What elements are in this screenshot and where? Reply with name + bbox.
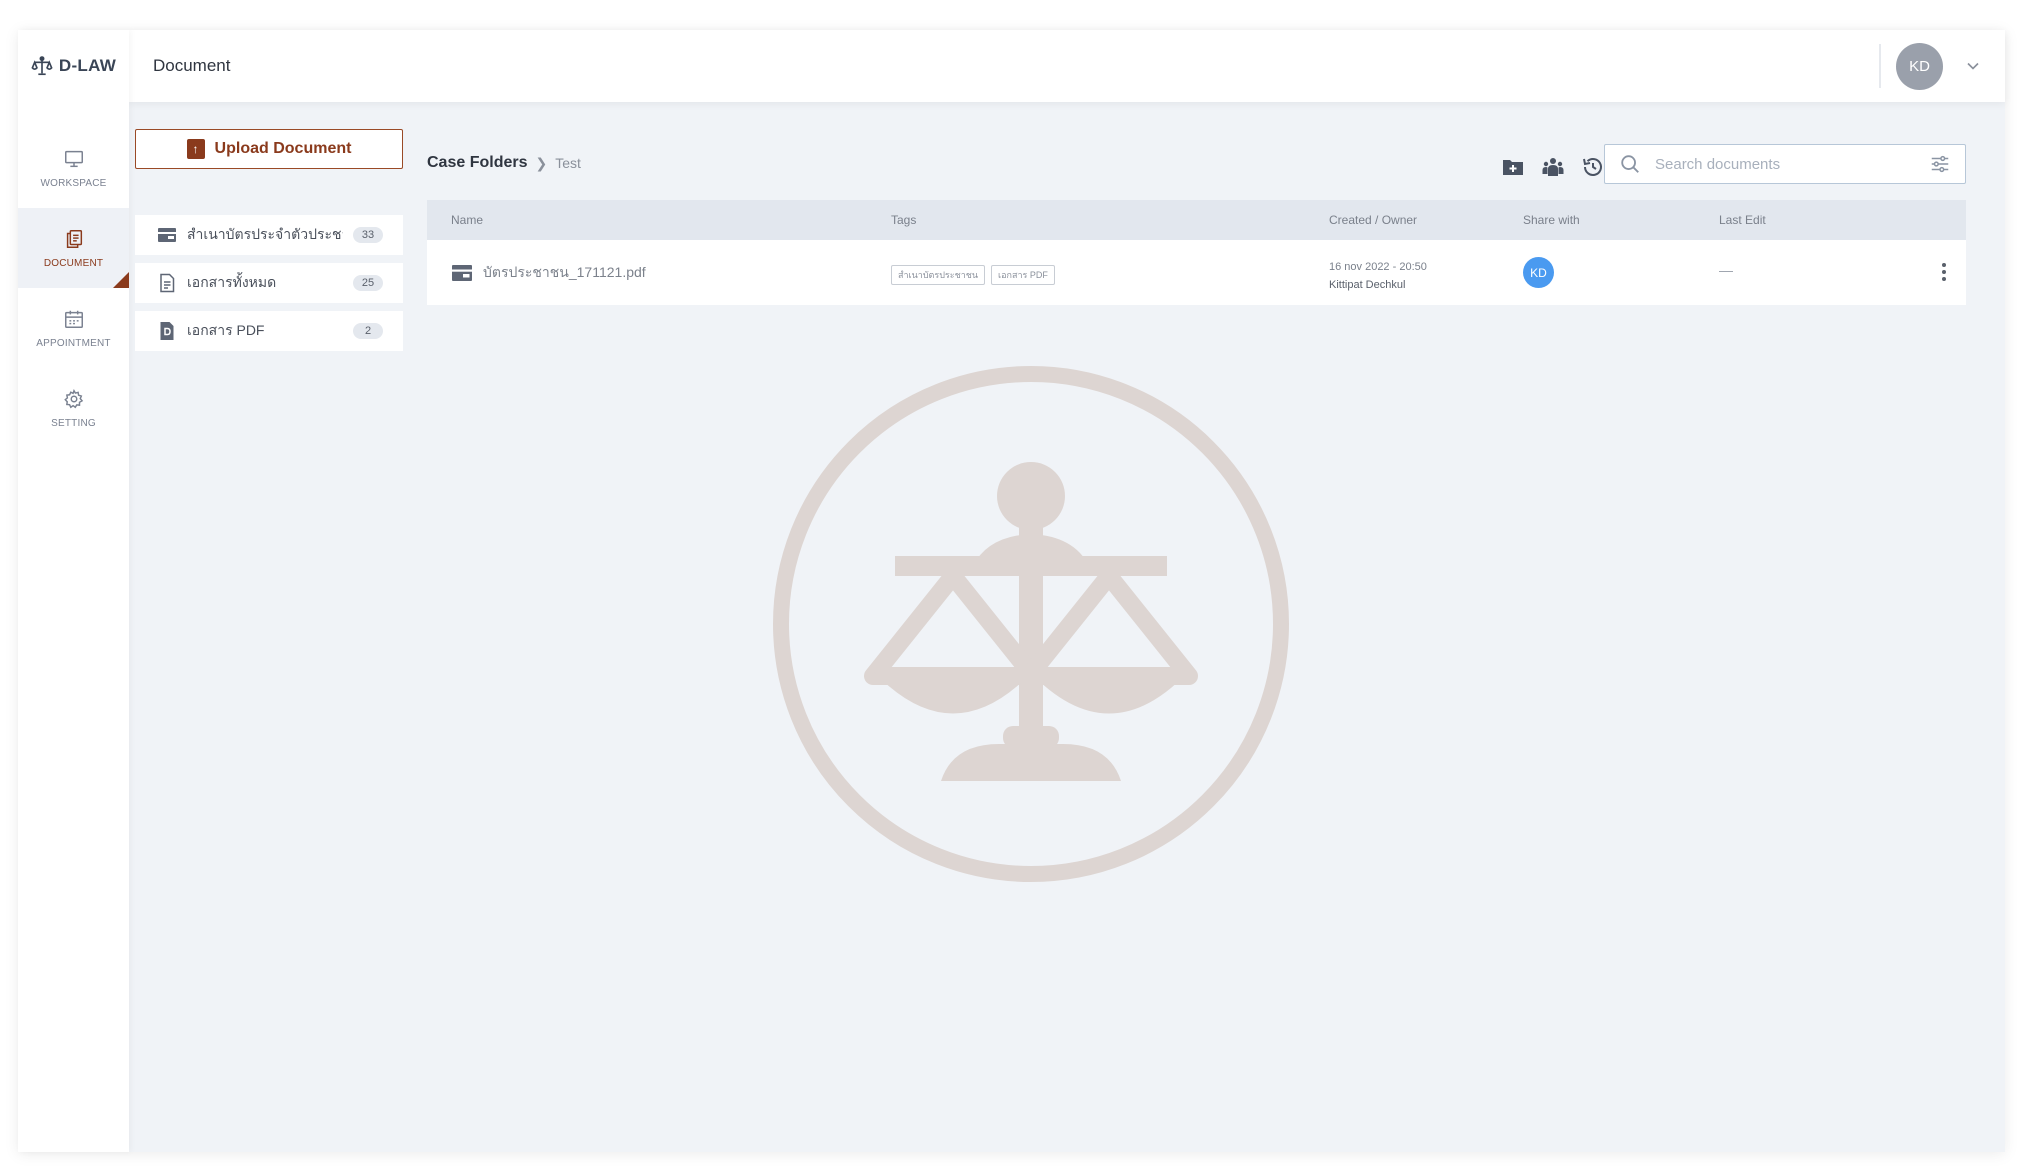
calendar-icon xyxy=(64,310,83,328)
row-actions-button[interactable] xyxy=(1932,260,1956,284)
kebab-dot-icon xyxy=(1942,277,1946,281)
scales-watermark-icon xyxy=(773,366,1289,882)
sidebar-item-label: DOCUMENT xyxy=(43,257,104,269)
header-divider xyxy=(1879,44,1881,88)
sidebar-item-label: APPOINTMENT xyxy=(36,337,111,349)
tag[interactable]: เอกสาร PDF xyxy=(991,265,1055,285)
file-icon xyxy=(160,273,175,293)
column-header-name[interactable]: Name xyxy=(451,213,483,227)
folder-count: 25 xyxy=(353,275,383,291)
sidebar: D-LAW WORKSPACE DOCUMENT APPOINTMENT SET… xyxy=(18,30,129,1152)
kebab-dot-icon xyxy=(1942,263,1946,267)
folder-name: เอกสาร PDF xyxy=(187,322,265,338)
folder-name: สำเนาบัตรประจำตัวประชาชน xyxy=(187,226,343,242)
table-row[interactable]: บัตรประชาชน_171121.pdf สำเนาบัตรประชาชน … xyxy=(427,240,1966,305)
column-header-share[interactable]: Share with xyxy=(1523,213,1580,227)
scales-icon xyxy=(31,56,53,76)
owner-name: Kittipat Dechkul xyxy=(1329,279,1406,291)
logo-text: D-LAW xyxy=(58,56,117,75)
users-icon xyxy=(1542,158,1564,176)
upload-label: Upload Document xyxy=(214,140,352,157)
history-icon xyxy=(1583,158,1602,176)
file-name: บัตรประชาชน_171121.pdf xyxy=(483,264,646,280)
kebab-dot-icon xyxy=(1942,270,1946,274)
file-name-cell[interactable]: บัตรประชาชน_171121.pdf xyxy=(451,262,646,284)
created-date: 16 nov 2022 - 20:50 xyxy=(1329,261,1427,273)
upload-document-button[interactable]: ↑ Upload Document xyxy=(135,129,403,169)
history-button[interactable] xyxy=(1579,153,1607,181)
last-edit-value: — xyxy=(1719,262,1733,278)
breadcrumb-current: Test xyxy=(555,155,581,171)
column-header-tags[interactable]: Tags xyxy=(891,213,916,227)
page-title: Document xyxy=(153,56,231,75)
new-folder-button[interactable] xyxy=(1499,153,1527,181)
chevron-right-icon: ❯ xyxy=(535,154,548,171)
breadcrumb-root[interactable]: Case Folders xyxy=(427,154,527,172)
folder-item[interactable]: สำเนาบัตรประจำตัวประชาชน 33 xyxy=(135,215,403,255)
folder-add-icon xyxy=(1503,160,1523,175)
folder-count: 2 xyxy=(353,323,383,339)
id-card-icon xyxy=(158,228,176,242)
top-header: Document KD xyxy=(129,30,2005,102)
folder-name: เอกสารทั้งหมด xyxy=(187,274,277,290)
column-header-created[interactable]: Created / Owner xyxy=(1329,213,1417,227)
chevron-down-icon[interactable] xyxy=(1963,56,1983,76)
column-header-last-edit[interactable]: Last Edit xyxy=(1719,213,1766,227)
id-card-icon xyxy=(452,265,472,281)
sidebar-item-appointment[interactable]: APPOINTMENT xyxy=(18,288,129,368)
search-box xyxy=(1604,144,1966,184)
share-users-button[interactable] xyxy=(1539,153,1567,181)
tag[interactable]: สำเนาบัตรประชาชน xyxy=(891,265,986,285)
filter-sliders-icon[interactable] xyxy=(1929,153,1951,175)
pdf-icon xyxy=(160,322,174,340)
sidebar-item-setting[interactable]: SETTING xyxy=(18,368,129,448)
tags-cell: สำเนาบัตรประชาชน เอกสาร PDF xyxy=(891,265,1055,285)
app-frame: D-LAW WORKSPACE DOCUMENT APPOINTMENT SET… xyxy=(18,30,2005,1152)
sidebar-item-workspace[interactable]: WORKSPACE xyxy=(18,128,129,208)
user-avatar[interactable]: KD xyxy=(1896,43,1943,90)
logo[interactable]: D-LAW xyxy=(18,30,129,102)
sidebar-item-label: WORKSPACE xyxy=(40,177,107,189)
created-cell: 16 nov 2022 - 20:50 Kittipat Dechkul xyxy=(1329,258,1427,294)
search-icon xyxy=(1621,155,1639,173)
table-header: Name Tags Created / Owner Share with Las… xyxy=(427,200,1966,240)
gear-icon xyxy=(63,388,83,408)
monitor-icon xyxy=(64,150,83,167)
documents-icon xyxy=(66,229,82,248)
search-input[interactable] xyxy=(1655,155,1929,173)
breadcrumb: Case Folders ❯ Test xyxy=(427,154,581,172)
folder-item[interactable]: เอกสารทั้งหมด 25 xyxy=(135,263,403,303)
folder-item[interactable]: เอกสาร PDF 2 xyxy=(135,311,403,351)
folder-count: 33 xyxy=(353,227,383,243)
sidebar-item-label: SETTING xyxy=(51,417,96,429)
share-avatar[interactable]: KD xyxy=(1523,257,1554,288)
upload-icon: ↑ xyxy=(186,139,205,159)
sidebar-item-document[interactable]: DOCUMENT xyxy=(18,208,129,288)
